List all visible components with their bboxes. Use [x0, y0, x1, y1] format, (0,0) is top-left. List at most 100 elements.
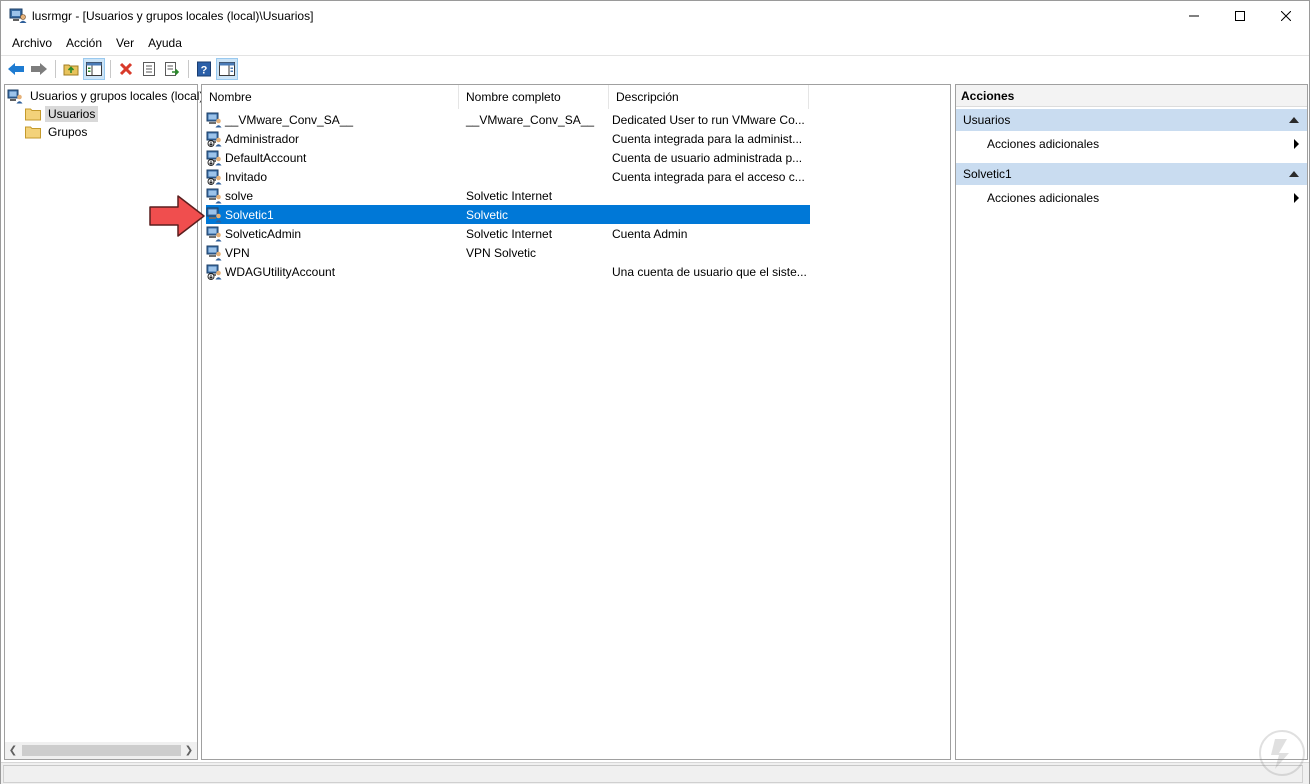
folder-icon	[25, 108, 41, 121]
collapse-up-icon[interactable]	[1289, 171, 1299, 177]
submenu-arrow-icon	[1294, 193, 1299, 203]
user-description: Dedicated User to run VMware Co...	[612, 112, 805, 127]
user-name: VPN	[225, 245, 250, 260]
maximize-button[interactable]	[1217, 1, 1263, 31]
menu-archivo[interactable]: Archivo	[5, 32, 59, 54]
action-acciones-adicionales[interactable]: Acciones adicionales	[956, 187, 1307, 209]
user-description: Cuenta de usuario administrada p...	[612, 150, 803, 165]
close-button[interactable]	[1263, 1, 1309, 31]
back-button[interactable]	[5, 58, 27, 80]
computer-users-icon	[7, 89, 23, 104]
window-title: lusrmgr - [Usuarios y grupos locales (lo…	[32, 9, 314, 23]
lusrmgr-app-icon	[9, 8, 27, 23]
disabled-user-icon	[206, 264, 222, 280]
column-header-descripcion[interactable]: Descripción	[609, 85, 809, 109]
user-description: Cuenta integrada para la administ...	[612, 131, 803, 146]
console-tree-pane: Usuarios y grupos locales (local) Usuari…	[4, 84, 203, 760]
up-one-level-button[interactable]	[60, 58, 82, 80]
folder-icon	[25, 126, 41, 139]
user-full-name: Solvetic	[466, 207, 509, 222]
user-name: DefaultAccount	[225, 150, 307, 165]
svg-text:?: ?	[201, 64, 208, 76]
annotation-arrow-icon	[149, 195, 205, 237]
forward-icon	[31, 62, 47, 75]
user-row[interactable]: WDAGUtilityAccount Una cuenta de usuario …	[206, 262, 810, 281]
show-hide-console-tree-button[interactable]	[83, 57, 105, 80]
actions-section-usuarios[interactable]: Usuarios	[956, 109, 1307, 131]
menu-bar: Archivo Acción Ver Ayuda	[1, 32, 1309, 54]
tree-root-label: Usuarios y grupos locales (local)	[30, 89, 204, 103]
show-hide-tree-icon	[86, 61, 102, 76]
minimize-button[interactable]	[1171, 1, 1217, 31]
user-name-cell: VPN	[206, 245, 459, 261]
properties-icon	[143, 61, 155, 76]
tree-item-usuarios-label: Usuarios	[45, 106, 99, 122]
user-description: Cuenta integrada para el acceso c...	[612, 169, 805, 184]
tree-horizontal-scrollbar[interactable]: ❮ ❯	[5, 742, 197, 759]
toolbar: ?	[1, 55, 1309, 81]
user-description: Una cuenta de usuario que el siste...	[612, 264, 806, 279]
user-full-name: Solvetic Internet	[466, 226, 553, 241]
user-name-cell: WDAGUtilityAccount	[206, 264, 459, 280]
user-icon	[206, 226, 222, 241]
delete-button[interactable]	[115, 58, 137, 80]
list-header: Nombre Nombre completo Descripción	[202, 85, 950, 109]
disabled-user-icon	[206, 169, 222, 185]
user-name: SolveticAdmin	[225, 226, 302, 241]
forward-button[interactable]	[28, 58, 50, 80]
status-cell	[3, 765, 1303, 783]
up-folder-icon	[63, 64, 79, 75]
watermark-logo-icon	[1259, 730, 1305, 776]
user-name: WDAGUtilityAccount	[225, 264, 336, 279]
user-name: Solvetic1	[225, 207, 274, 222]
user-row[interactable]: VPN VPN Solvetic	[206, 243, 810, 262]
toolbar-separator	[110, 59, 111, 78]
actions-section-solvetic1[interactable]: Solvetic1	[956, 163, 1307, 185]
maximize-icon	[1235, 11, 1245, 21]
scroll-left-icon[interactable]: ❮	[7, 742, 19, 759]
scroll-right-icon[interactable]: ❯	[183, 742, 195, 759]
column-header-nombre-completo[interactable]: Nombre completo	[459, 85, 609, 109]
user-name: __VMware_Conv_SA__	[225, 112, 354, 127]
status-bar	[1, 762, 1309, 784]
user-icon	[206, 188, 222, 203]
help-button[interactable]: ?	[193, 58, 215, 80]
results-list-pane: Nombre Nombre completo Descripción __VMw…	[201, 84, 951, 760]
tree-item-usuarios[interactable]: Usuarios	[25, 105, 99, 123]
user-name-cell: __VMware_Conv_SA__	[206, 112, 459, 128]
tree-item-grupos[interactable]: Grupos	[25, 123, 90, 141]
scrollbar-thumb[interactable]	[22, 745, 181, 756]
menu-ver[interactable]: Ver	[109, 32, 141, 54]
back-icon	[8, 62, 24, 75]
toolbar-separator	[188, 59, 189, 78]
user-icon	[206, 207, 222, 222]
user-row[interactable]: __VMware_Conv_SA__ __VMware_Conv_SA__ Dedi…	[206, 110, 810, 129]
menu-ayuda[interactable]: Ayuda	[141, 32, 189, 54]
tree-root-node[interactable]: Usuarios y grupos locales (local)	[7, 87, 206, 105]
user-full-name: __VMware_Conv_SA__	[466, 112, 595, 127]
column-header-nombre[interactable]: Nombre	[202, 85, 459, 109]
user-name-cell: Administrador	[206, 131, 459, 147]
user-name-cell: solve	[206, 188, 459, 204]
user-row[interactable]: solve Solvetic Internet	[206, 186, 810, 205]
properties-button[interactable]	[138, 58, 160, 80]
toolbar-separator	[55, 59, 56, 78]
user-row[interactable]: DefaultAccount Cuenta de usuario administ…	[206, 148, 810, 167]
show-hide-action-pane-button[interactable]	[216, 57, 238, 80]
user-row[interactable]: SolveticAdmin Solvetic Internet Cuenta Adm…	[206, 224, 810, 243]
disabled-user-icon	[206, 150, 222, 166]
user-name: Invitado	[225, 169, 268, 184]
user-name: Administrador	[225, 131, 300, 146]
export-list-button[interactable]	[161, 58, 183, 80]
action-label: Acciones adicionales	[987, 191, 1100, 205]
user-row[interactable]: Invitado Cuenta integrada para el acceso …	[206, 167, 810, 186]
user-name-cell: SolveticAdmin	[206, 226, 459, 242]
actions-section-label: Usuarios	[963, 113, 1011, 127]
collapse-up-icon[interactable]	[1289, 117, 1299, 123]
user-row[interactable]: Administrador Cuenta integrada para la ad…	[206, 129, 810, 148]
user-row[interactable]: Solvetic1 Solvetic	[206, 205, 810, 224]
action-acciones-adicionales[interactable]: Acciones adicionales	[956, 133, 1307, 155]
user-name-cell: Invitado	[206, 169, 459, 185]
user-full-name: VPN Solvetic	[466, 245, 537, 260]
menu-accion[interactable]: Acción	[59, 32, 109, 54]
